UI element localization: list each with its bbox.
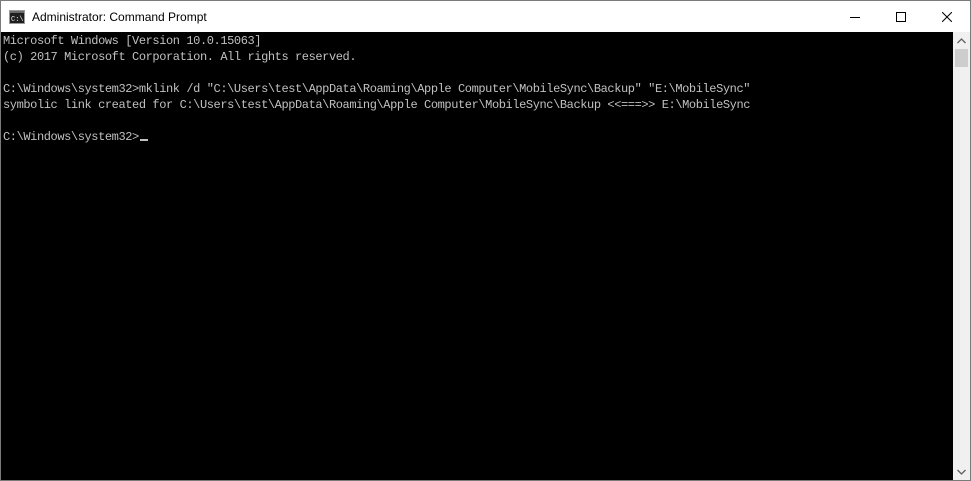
close-button[interactable] (924, 1, 970, 32)
svg-text:C:\: C:\ (11, 16, 24, 24)
command-prompt-window: C:\ Administrator: Command Prompt Micros… (0, 0, 971, 481)
window-title: Administrator: Command Prompt (32, 9, 207, 24)
console-line-copyright: (c) 2017 Microsoft Corporation. All righ… (3, 50, 357, 64)
console-prompt: C:\Windows\system32> (3, 130, 139, 144)
title-bar[interactable]: C:\ Administrator: Command Prompt (1, 1, 970, 32)
arrow-down-icon (957, 469, 966, 475)
scroll-up-button[interactable] (953, 32, 970, 49)
arrow-up-icon (957, 37, 966, 43)
console-line-result: symbolic link created for C:\Users\test\… (3, 98, 751, 112)
maximize-button[interactable] (878, 1, 924, 32)
cmd-icon[interactable]: C:\ (9, 9, 25, 25)
console-line-command: C:\Windows\system32>mklink /d "C:\Users\… (3, 82, 751, 96)
close-icon (942, 11, 952, 22)
caption-buttons (832, 1, 970, 32)
maximize-icon (896, 11, 906, 22)
text-cursor (139, 139, 148, 141)
scrollbar-thumb[interactable] (955, 49, 968, 67)
vertical-scrollbar[interactable] (953, 32, 970, 480)
minimize-icon (850, 16, 860, 18)
minimize-button[interactable] (832, 1, 878, 32)
console-line-version: Microsoft Windows [Version 10.0.15063] (3, 34, 262, 48)
scroll-down-button[interactable] (953, 463, 970, 480)
console-output[interactable]: Microsoft Windows [Version 10.0.15063] (… (1, 32, 953, 480)
console-prompt-line[interactable]: C:\Windows\system32> (3, 129, 148, 145)
